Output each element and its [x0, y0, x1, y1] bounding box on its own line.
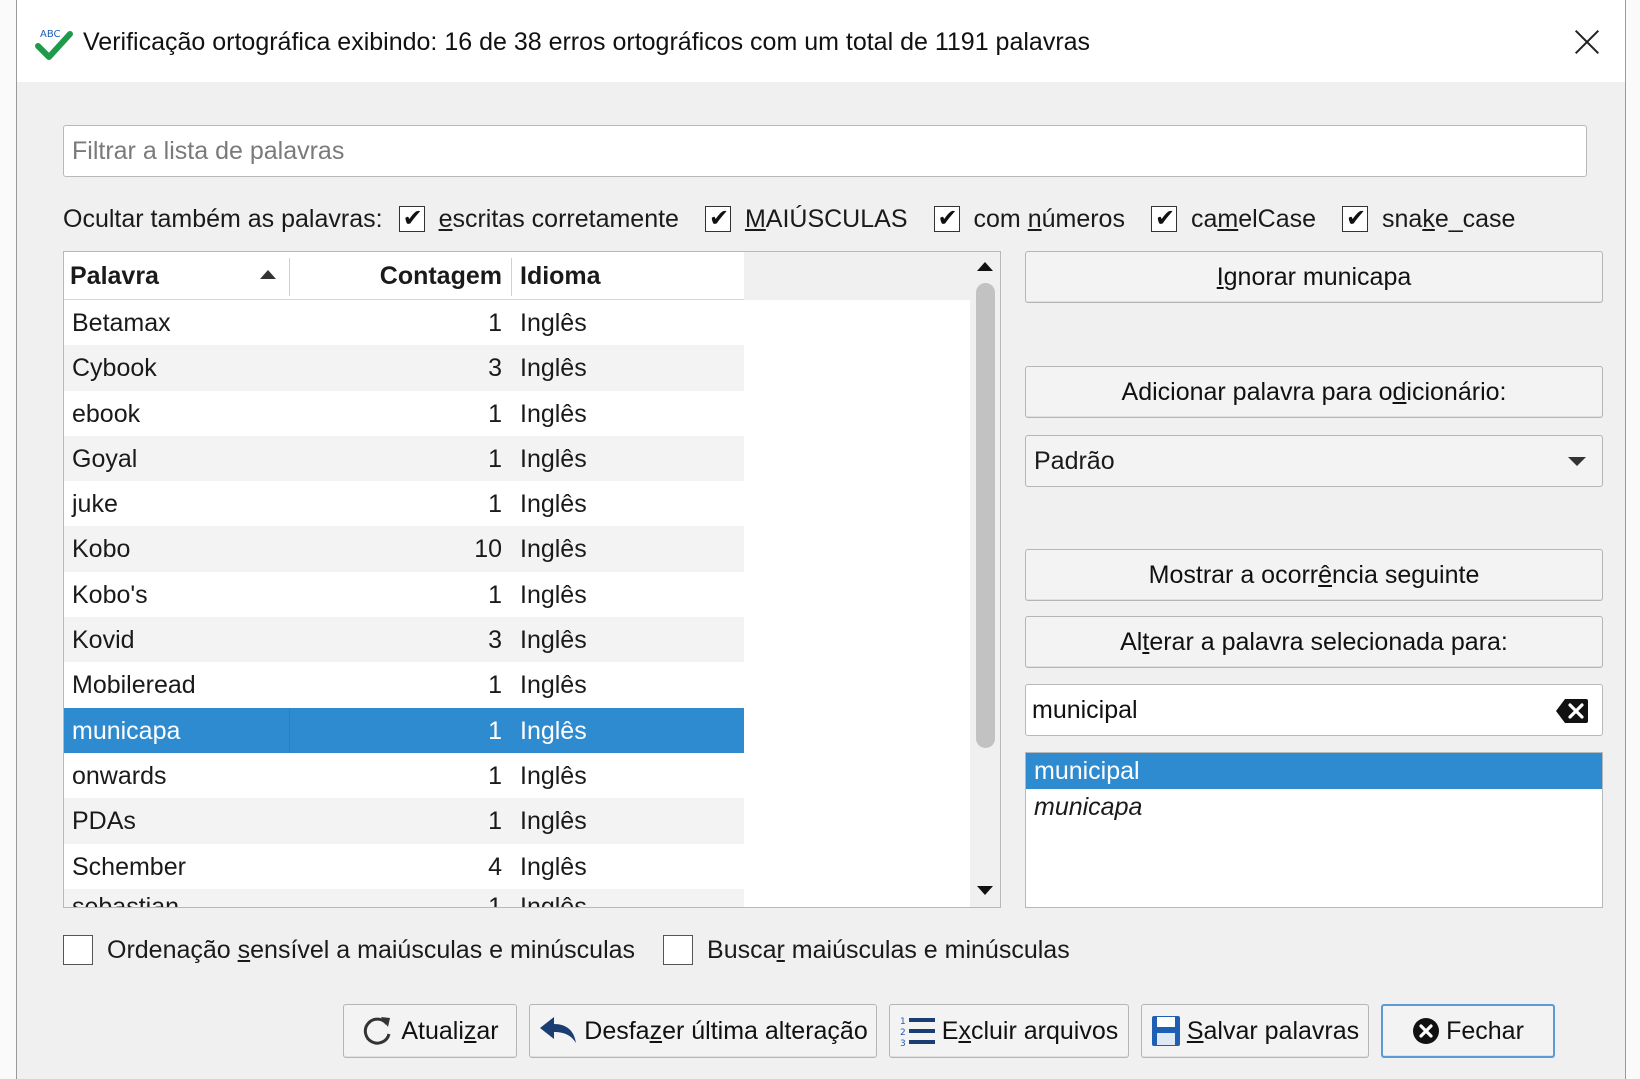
hide-snakecase-checkbox-item[interactable]: snake_case — [1342, 204, 1516, 234]
list-item[interactable]: municapa — [1026, 789, 1602, 825]
column-header-language[interactable]: Idioma — [520, 252, 601, 300]
scrollbar-thumb[interactable] — [976, 283, 995, 748]
table-row[interactable]: PDAs 1 Inglês — [64, 798, 744, 844]
clear-input-icon[interactable] — [1555, 698, 1589, 724]
svg-text:3: 3 — [900, 1039, 906, 1047]
hide-camelcase-label: camelCase — [1190, 204, 1317, 233]
close-window-icon[interactable] — [1567, 22, 1607, 62]
hide-correct-checkbox[interactable] — [398, 204, 425, 232]
hide-snakecase-label: snake_case — [1382, 204, 1516, 233]
hide-uppercase-checkbox[interactable] — [704, 204, 731, 232]
svg-text:1: 1 — [900, 1017, 906, 1027]
title-bar: ABC Verificação ortográfica exibindo: 16… — [17, 0, 1625, 82]
suggestions-list: municipal municapa — [1025, 752, 1603, 908]
table-row[interactable]: Cybook 3 Inglês — [64, 345, 744, 391]
table-row[interactable]: ebook 1 Inglês — [64, 391, 744, 436]
save-words-button[interactable]: Salvar palavras — [1141, 1004, 1369, 1058]
sort-ascending-icon — [260, 270, 276, 279]
change-selected-word-button[interactable]: Al t erar a palavra selecionada para: — [1025, 616, 1603, 668]
close-button[interactable]: Fechar — [1381, 1004, 1555, 1058]
hide-uppercase-label: MAIÚSCULAS — [744, 204, 908, 233]
save-floppy-icon — [1151, 1015, 1181, 1047]
sort-search-options: Ordenação sensível a maiúsculas e minúsc… — [63, 930, 1098, 970]
spellcheck-icon: ABC — [35, 29, 73, 60]
hide-numbers-checkbox[interactable] — [933, 204, 960, 232]
table-row[interactable]: Betamax 1 Inglês — [64, 300, 744, 345]
list-item-selected[interactable]: municipal — [1026, 753, 1602, 789]
ignore-word-button[interactable]: Ignorar municapa — [1025, 251, 1603, 303]
case-sensitive-sort-label: Ordenação sensível a maiúsculas e minúsc… — [107, 935, 636, 964]
refresh-button[interactable]: Atualizar — [343, 1004, 517, 1058]
table-vertical-scrollbar[interactable] — [970, 252, 1000, 907]
case-sensitive-search-checkbox[interactable] — [663, 935, 694, 965]
exclude-files-button[interactable]: 123 Excluir arquivos — [889, 1004, 1129, 1058]
svg-text:2: 2 — [900, 1028, 906, 1038]
table-header: Palavra Contagem Idioma — [64, 252, 744, 300]
hide-camelcase-checkbox-item[interactable]: camelCase — [1150, 204, 1317, 234]
dictionary-select[interactable]: Padrão — [1025, 435, 1603, 487]
words-table: Palavra Contagem Idioma Betamax 1 Inglês C… — [63, 251, 1001, 908]
table-row[interactable]: Goyal 1 Inglês — [64, 435, 744, 482]
column-header-count[interactable]: Contagem — [294, 252, 502, 300]
undo-arrow-icon — [538, 1015, 578, 1047]
spellcheck-dialog: ABC Verificação ortográfica exibindo: 16… — [16, 0, 1626, 1079]
column-divider[interactable] — [511, 258, 512, 296]
hide-numbers-checkbox-item[interactable]: com números — [933, 204, 1125, 234]
replacement-word-input[interactable] — [1025, 684, 1603, 736]
column-divider[interactable] — [289, 258, 290, 296]
list-icon: 123 — [900, 1015, 936, 1047]
case-sensitive-sort-checkbox[interactable] — [63, 935, 93, 965]
chevron-down-icon — [1568, 457, 1586, 466]
table-row[interactable]: Kovid 3 Inglês — [64, 617, 744, 663]
hide-words-label: Ocultar também as palavras: — [63, 204, 383, 233]
table-row-partial[interactable]: sebastian 1 Inglês — [64, 888, 744, 907]
case-sensitive-search-label: Buscar maiúsculas e minúsculas — [707, 935, 1070, 964]
close-circle-icon — [1412, 1017, 1440, 1045]
case-sensitive-search-item[interactable]: Buscar maiúsculas e minúsculas — [663, 935, 1070, 965]
table-row[interactable]: Mobileread 1 Inglês — [64, 662, 744, 707]
table-header-filler — [744, 252, 974, 300]
scroll-down-arrow-icon[interactable] — [977, 886, 993, 895]
table-row[interactable]: Schember 4 Inglês — [64, 844, 744, 889]
table-row[interactable]: juke 1 Inglês — [64, 481, 744, 526]
table-row[interactable]: onwards 1 Inglês — [64, 753, 744, 798]
dictionary-selected-value: Padrão — [1034, 446, 1115, 475]
hide-camelcase-checkbox[interactable] — [1150, 204, 1177, 232]
table-row-selected[interactable]: municapa 1 Inglês — [64, 707, 744, 753]
table-row[interactable]: Kobo's 1 Inglês — [64, 572, 744, 617]
hide-snakecase-checkbox[interactable] — [1342, 204, 1369, 232]
case-sensitive-sort-item[interactable]: Ordenação sensível a maiúsculas e minúsc… — [63, 935, 635, 965]
filter-words-input[interactable] — [63, 125, 1587, 177]
hide-uppercase-checkbox-item[interactable]: MAIÚSCULAS — [704, 204, 908, 234]
table-row[interactable]: Kobo 10 Inglês — [64, 526, 744, 572]
scroll-up-arrow-icon[interactable] — [977, 262, 993, 271]
hide-correct-label: escritas corretamente — [438, 204, 679, 233]
undo-last-change-button[interactable]: Desfazer última alteração — [529, 1004, 877, 1058]
show-next-occurrence-button[interactable]: Mostrar a ocorr ê ncia seguinte — [1025, 549, 1603, 601]
add-to-dictionary-button[interactable]: Adicionar palavra para o d icionário: — [1025, 366, 1603, 418]
hide-words-options: Ocultar também as palavras: escritas cor… — [63, 200, 1515, 238]
hide-correct-checkbox-item[interactable]: escritas corretamente — [398, 204, 679, 234]
column-header-word[interactable]: Palavra — [70, 252, 280, 300]
table-body: Betamax 1 Inglês Cybook 3 Inglês ebook 1 Inglê… — [64, 300, 744, 907]
hide-numbers-label: com números — [973, 204, 1125, 233]
window-title: Verificação ortográfica exibindo: 16 de … — [83, 28, 1091, 56]
svg-text:ABC: ABC — [40, 29, 61, 40]
refresh-icon — [361, 1014, 395, 1048]
